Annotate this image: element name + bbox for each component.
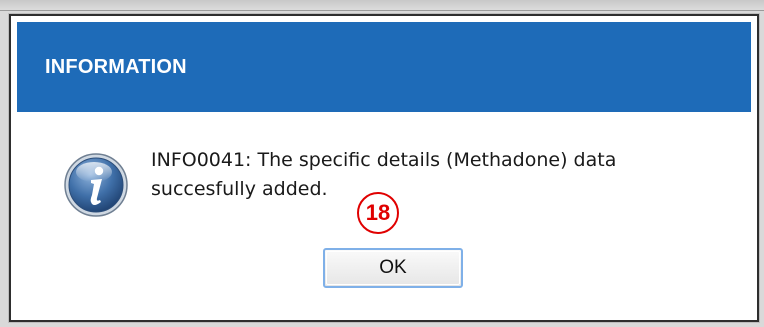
dialog-title: INFORMATION — [45, 56, 187, 78]
ok-button[interactable]: OK — [323, 248, 463, 288]
message-line-1: INFO0041: The specific details (Methadon… — [151, 149, 617, 171]
information-dialog: INFORMATION INFO0041: The specific detai… — [9, 14, 759, 322]
dialog-message: INFO0041: The specific details (Methadon… — [151, 146, 751, 204]
ok-button-label: OK — [379, 257, 407, 278]
info-icon — [64, 153, 128, 217]
dialog-titlebar: INFORMATION — [17, 22, 751, 112]
step-number-badge: 18 — [357, 192, 399, 234]
background-window-edge — [0, 0, 764, 11]
message-line-2: succesfully added. — [151, 178, 328, 200]
